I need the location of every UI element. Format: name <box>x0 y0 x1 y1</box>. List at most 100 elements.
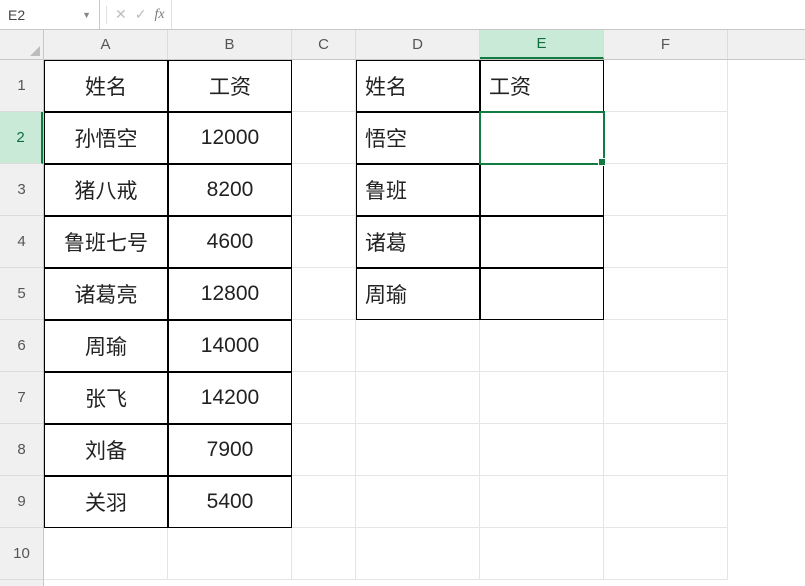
formula-bar: E2 ▼ ✕ ✓ fx <box>0 0 805 30</box>
row-header-1[interactable]: 1 <box>0 60 43 112</box>
cell-C3[interactable] <box>292 164 356 216</box>
col-header-F[interactable]: F <box>604 30 728 59</box>
cell-E8[interactable] <box>480 424 604 476</box>
cell-D2[interactable]: 悟空 <box>356 112 480 164</box>
cell-A7[interactable]: 张飞 <box>44 372 168 424</box>
cell-C4[interactable] <box>292 216 356 268</box>
cell-B3[interactable]: 8200 <box>168 164 292 216</box>
row-header-5[interactable]: 5 <box>0 268 43 320</box>
cell-C7[interactable] <box>292 372 356 424</box>
row-header-7[interactable]: 7 <box>0 372 43 424</box>
cell-A5[interactable]: 诸葛亮 <box>44 268 168 320</box>
col-header-D[interactable]: D <box>356 30 480 59</box>
cell-F7[interactable] <box>604 372 728 424</box>
col-header-B[interactable]: B <box>168 30 292 59</box>
row-header-3[interactable]: 3 <box>0 164 43 216</box>
row-9: 关羽 5400 <box>44 476 805 528</box>
confirm-icon[interactable]: ✓ <box>135 6 147 23</box>
col-header-C[interactable]: C <box>292 30 356 59</box>
cell-D9[interactable] <box>356 476 480 528</box>
formula-input[interactable] <box>172 0 805 29</box>
separator <box>106 6 107 24</box>
cell-B8[interactable]: 7900 <box>168 424 292 476</box>
cell-A8[interactable]: 刘备 <box>44 424 168 476</box>
cell-F6[interactable] <box>604 320 728 372</box>
row-2: 孙悟空 12000 悟空 <box>44 112 805 164</box>
col-header-E[interactable]: E <box>480 30 604 59</box>
cell-D7[interactable] <box>356 372 480 424</box>
row-header-4[interactable]: 4 <box>0 216 43 268</box>
cell-E9[interactable] <box>480 476 604 528</box>
cell-C2[interactable] <box>292 112 356 164</box>
cell-B10[interactable] <box>168 528 292 580</box>
cell-E5[interactable] <box>480 268 604 320</box>
row-header-2[interactable]: 2 <box>0 112 43 164</box>
cell-F5[interactable] <box>604 268 728 320</box>
spreadsheet-grid: A B C D E F 1 2 3 4 5 6 7 8 9 10 姓名 工资 姓… <box>0 30 805 586</box>
cell-F2[interactable] <box>604 112 728 164</box>
cell-E10[interactable] <box>480 528 604 580</box>
fx-icon[interactable]: fx <box>154 7 164 23</box>
select-all-corner[interactable] <box>0 30 44 60</box>
cell-A9[interactable]: 关羽 <box>44 476 168 528</box>
cell-F4[interactable] <box>604 216 728 268</box>
row-1: 姓名 工资 姓名 工资 <box>44 60 805 112</box>
cell-B7[interactable]: 14200 <box>168 372 292 424</box>
cell-B1[interactable]: 工资 <box>168 60 292 112</box>
cell-D3[interactable]: 鲁班 <box>356 164 480 216</box>
row-header-9[interactable]: 9 <box>0 476 43 528</box>
row-3: 猪八戒 8200 鲁班 <box>44 164 805 216</box>
row-headers: 1 2 3 4 5 6 7 8 9 10 <box>0 60 44 586</box>
cell-F9[interactable] <box>604 476 728 528</box>
cell-reference: E2 <box>8 7 25 23</box>
cell-B9[interactable]: 5400 <box>168 476 292 528</box>
cell-A6[interactable]: 周瑜 <box>44 320 168 372</box>
cell-E6[interactable] <box>480 320 604 372</box>
cell-A3[interactable]: 猪八戒 <box>44 164 168 216</box>
row-header-8[interactable]: 8 <box>0 424 43 476</box>
cell-C6[interactable] <box>292 320 356 372</box>
row-header-6[interactable]: 6 <box>0 320 43 372</box>
cell-C5[interactable] <box>292 268 356 320</box>
cell-C10[interactable] <box>292 528 356 580</box>
row-10 <box>44 528 805 580</box>
cancel-icon[interactable]: ✕ <box>115 6 127 23</box>
cell-C1[interactable] <box>292 60 356 112</box>
row-5: 诸葛亮 12800 周瑜 <box>44 268 805 320</box>
cell-F1[interactable] <box>604 60 728 112</box>
cell-A10[interactable] <box>44 528 168 580</box>
cell-A4[interactable]: 鲁班七号 <box>44 216 168 268</box>
column-headers: A B C D E F <box>44 30 805 60</box>
cell-B6[interactable]: 14000 <box>168 320 292 372</box>
cell-D1[interactable]: 姓名 <box>356 60 480 112</box>
cell-F8[interactable] <box>604 424 728 476</box>
cell-D5[interactable]: 周瑜 <box>356 268 480 320</box>
row-4: 鲁班七号 4600 诸葛 <box>44 216 805 268</box>
cell-D4[interactable]: 诸葛 <box>356 216 480 268</box>
row-7: 张飞 14200 <box>44 372 805 424</box>
cell-A2[interactable]: 孙悟空 <box>44 112 168 164</box>
row-6: 周瑜 14000 <box>44 320 805 372</box>
row-header-10[interactable]: 10 <box>0 528 43 580</box>
col-header-A[interactable]: A <box>44 30 168 59</box>
cell-B2[interactable]: 12000 <box>168 112 292 164</box>
cell-F10[interactable] <box>604 528 728 580</box>
cell-D8[interactable] <box>356 424 480 476</box>
cell-A1[interactable]: 姓名 <box>44 60 168 112</box>
cell-C8[interactable] <box>292 424 356 476</box>
name-box[interactable]: E2 ▼ <box>0 0 100 29</box>
cell-E2[interactable] <box>480 112 604 164</box>
cell-E4[interactable] <box>480 216 604 268</box>
formula-controls: ✕ ✓ fx <box>100 0 172 29</box>
cell-E7[interactable] <box>480 372 604 424</box>
chevron-down-icon[interactable]: ▼ <box>82 10 91 20</box>
cell-E1[interactable]: 工资 <box>480 60 604 112</box>
cell-B5[interactable]: 12800 <box>168 268 292 320</box>
cells-area[interactable]: 姓名 工资 姓名 工资 孙悟空 12000 悟空 猪八戒 8200 鲁班 鲁班 <box>44 60 805 586</box>
cell-C9[interactable] <box>292 476 356 528</box>
cell-D6[interactable] <box>356 320 480 372</box>
cell-B4[interactable]: 4600 <box>168 216 292 268</box>
cell-D10[interactable] <box>356 528 480 580</box>
cell-E3[interactable] <box>480 164 604 216</box>
cell-F3[interactable] <box>604 164 728 216</box>
